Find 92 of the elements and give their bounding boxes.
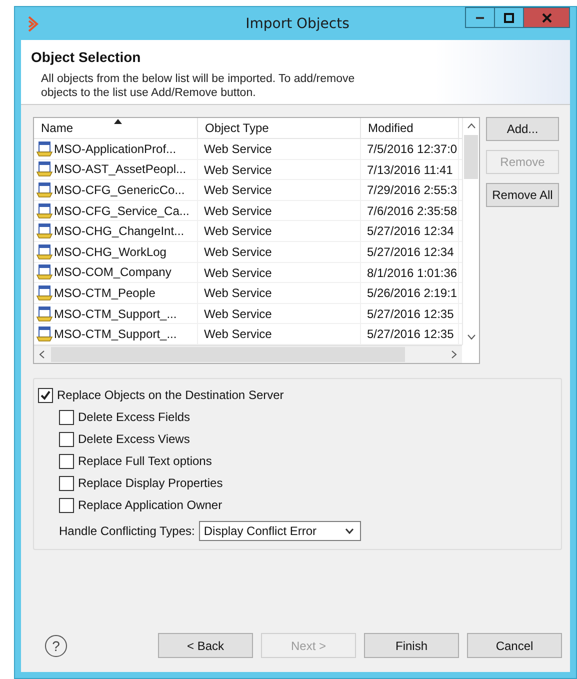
checkmark-icon	[40, 390, 51, 400]
table-cell: 7/5/2016 12:37:0	[361, 139, 459, 159]
web-service-icon	[36, 223, 53, 240]
close-button[interactable]	[523, 7, 570, 28]
table-cell: MSO-CTM_Support_...	[34, 324, 198, 344]
table-cell: 5/27/2016 12:35	[361, 324, 459, 344]
table-cell: MSO-CFG_GenericCo...	[34, 180, 198, 200]
table-row[interactable]: MSO-CTM_People Web Service 5/26/2016 2:19:1	[34, 283, 462, 304]
table-cell: Web Service	[198, 283, 361, 303]
table-row[interactable]: MSO-CHG_WorkLog Web Service 5/27/2016 12:34	[34, 242, 462, 263]
list-action-button[interactable]: Add...	[486, 117, 559, 141]
field-label: Handle Conflicting Types:	[59, 524, 195, 538]
table-cell: MSO-CTM_People	[34, 283, 198, 303]
web-service-icon	[36, 140, 53, 157]
checkbox[interactable]	[59, 432, 74, 446]
table-cell: Web Service	[198, 262, 361, 282]
table-cell: Web Service	[198, 180, 361, 200]
table-cell: Web Service	[198, 139, 361, 159]
table-row[interactable]: MSO-CTM_Support_... Web Service 5/27/2016 12:35	[34, 304, 462, 324]
checkbox-label: Replace Full Text options	[78, 454, 212, 468]
checkbox[interactable]	[59, 498, 74, 512]
table-cell: MSO-COM_Company	[34, 262, 198, 282]
scrollbar-thumb[interactable]	[51, 347, 405, 362]
wizard-button[interactable]: < Back	[158, 633, 253, 658]
checkbox[interactable]	[38, 388, 53, 402]
wizard-button[interactable]: Cancel	[467, 633, 562, 658]
table-cell: Web Service	[198, 200, 361, 220]
scroll-down-icon	[466, 334, 476, 340]
web-service-icon	[36, 264, 53, 280]
table-cell: MSO-ApplicationProf...	[34, 139, 198, 159]
table-cell: 7/6/2016 2:35:58	[361, 200, 459, 220]
scroll-left-icon	[39, 350, 45, 359]
column-header[interactable]: Modified	[361, 118, 459, 138]
table-cell: 5/27/2016 12:35	[361, 304, 459, 324]
table-row[interactable]: MSO-COM_Company Web Service 8/1/2016 1:01:36	[34, 262, 462, 284]
conflict-dropdown[interactable]: Display Conflict Error	[198, 521, 361, 541]
table-row[interactable]: MSO-CHG_ChangeInt... Web Service 5/27/2016 12:34	[34, 221, 462, 242]
table-cell: Web Service	[198, 304, 361, 324]
web-service-icon	[36, 306, 53, 322]
table-cell: Web Service	[198, 160, 361, 180]
table-cell: 7/13/2016 11:41	[361, 160, 459, 180]
table-cell: Web Service	[198, 221, 361, 241]
chevron-logo-icon	[27, 16, 39, 32]
table-cell: Web Service	[198, 324, 361, 344]
checkbox-label: Delete Excess Views	[78, 432, 190, 446]
scroll-up-icon	[466, 123, 476, 129]
wizard-button[interactable]: Finish	[364, 633, 459, 658]
table-cell: MSO-CFG_Service_Ca...	[34, 200, 198, 220]
list-action-button[interactable]: Remove All	[486, 183, 559, 207]
web-service-icon	[36, 244, 53, 260]
table-cell: 5/26/2016 2:19:1	[361, 283, 459, 303]
table-cell: Web Service	[198, 242, 361, 262]
maximize-icon	[504, 12, 514, 22]
table-cell: 5/27/2016 12:34	[361, 221, 459, 241]
maximize-button[interactable]	[494, 7, 524, 28]
scrollbar-thumb[interactable]	[464, 135, 478, 179]
web-service-icon	[36, 202, 53, 219]
checkbox-label: Replace Display Properties	[78, 476, 223, 490]
column-header[interactable]: Name	[34, 118, 198, 138]
checkbox[interactable]	[59, 410, 74, 424]
close-icon	[542, 12, 552, 22]
table-cell: 7/29/2016 2:55:3	[361, 180, 459, 200]
page-heading: Object Selection	[31, 49, 142, 65]
chevron-down-icon	[344, 528, 354, 534]
checkbox-label: Replace Objects on the Destination Server	[57, 388, 284, 402]
table-row[interactable]: MSO-AST_AssetPeopl... Web Service 7/13/2016 11:41	[34, 160, 462, 180]
checkbox[interactable]	[59, 476, 74, 490]
table-cell: MSO-CTM_Support_...	[34, 304, 198, 324]
table-cell: MSO-CHG_ChangeInt...	[34, 221, 198, 241]
table-cell: MSO-CHG_WorkLog	[34, 242, 198, 262]
page-description: All objects from the below list will be imported. To add/remove objects to the list use Add/Remove button.	[41, 72, 356, 100]
table-cell: MSO-AST_AssetPeopl...	[34, 160, 198, 180]
minimize-icon	[476, 16, 484, 18]
web-service-icon	[36, 326, 53, 342]
scroll-right-icon	[451, 350, 457, 359]
vertical-scrollbar[interactable]	[462, 118, 479, 345]
table-row[interactable]: MSO-CFG_Service_Ca... Web Service 7/6/2016 2:35:58	[34, 200, 462, 222]
web-service-icon	[36, 182, 53, 198]
checkbox-label: Delete Excess Fields	[78, 410, 190, 424]
web-service-icon	[36, 284, 53, 301]
help-button[interactable]: ?	[45, 634, 67, 656]
column-header[interactable]: Object Type	[198, 118, 361, 138]
checkbox-label: Replace Application Owner	[78, 498, 222, 512]
minimize-button[interactable]	[465, 7, 495, 28]
table-row[interactable]: MSO-CFG_GenericCo... Web Service 7/29/2016 2:55:3	[34, 180, 462, 201]
horizontal-scrollbar[interactable]	[34, 345, 462, 363]
window-title: Import Objects	[244, 16, 350, 32]
checkbox[interactable]	[59, 454, 74, 468]
web-service-icon	[36, 161, 53, 178]
table-cell: 5/27/2016 12:34	[361, 242, 459, 262]
table-row[interactable]: MSO-ApplicationProf... Web Service 7/5/2016 12:37:0	[34, 139, 462, 160]
table-cell: 8/1/2016 1:01:36	[361, 262, 459, 282]
